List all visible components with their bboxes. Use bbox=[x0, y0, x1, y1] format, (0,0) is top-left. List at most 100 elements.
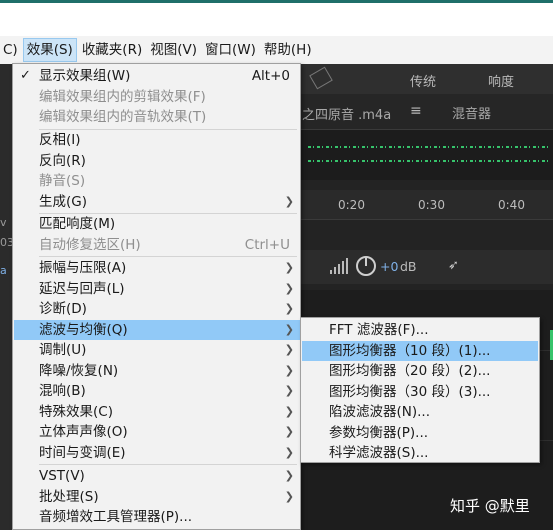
menu-item-label: 降噪/恢复(N) bbox=[39, 362, 119, 379]
submenu-arrow-icon: ❯ bbox=[284, 302, 294, 315]
menubar-item-effects[interactable]: 效果(S) bbox=[22, 38, 77, 62]
submenu-item-parametric-eq[interactable]: 参数均衡器(P)... bbox=[302, 423, 538, 444]
menu-item-label: 静音(S) bbox=[39, 173, 86, 189]
volume-knob[interactable] bbox=[356, 256, 376, 276]
checkmark-icon: ✓ bbox=[20, 68, 31, 83]
submenu-arrow-icon: ❯ bbox=[284, 384, 294, 397]
menu-item-invert[interactable]: 反相(I) bbox=[14, 130, 300, 151]
time-ruler[interactable]: 0:20 0:30 0:40 bbox=[300, 190, 553, 220]
menu-item-time-pitch[interactable]: 时间与变调(E) ❯ bbox=[14, 443, 300, 464]
menu-item-diagnostics[interactable]: 诊断(D) ❯ bbox=[14, 299, 300, 320]
menu-item-noise-reduction[interactable]: 降噪/恢复(N) ❯ bbox=[14, 361, 300, 382]
window-title-strip bbox=[0, 0, 553, 36]
time-tick: 0:30 bbox=[418, 198, 445, 212]
menu-item-modulation[interactable]: 调制(U) ❯ bbox=[14, 340, 300, 361]
menu-bar: C) 效果(S) 收藏夹(R) 视图(V) 窗口(W) 帮助(H) bbox=[0, 36, 553, 64]
workspace-tab-classic[interactable]: 传统 bbox=[410, 71, 436, 90]
submenu-item-label: 陷波滤波器(N)... bbox=[329, 404, 431, 420]
menu-item-label: 反向(R) bbox=[39, 152, 86, 169]
menu-item-label: 自动修复选区(H) bbox=[39, 236, 141, 253]
menu-item-label: 编辑效果组内的剪辑效果(F) bbox=[39, 88, 206, 105]
menu-item-label: 批处理(S) bbox=[39, 488, 99, 505]
submenu-arrow-icon: ❯ bbox=[284, 404, 294, 418]
submenu-item-scientific-filter[interactable]: 科学滤波器(S)... bbox=[302, 443, 538, 464]
submenu-item-notch-filter[interactable]: 陷波滤波器(N)... bbox=[302, 402, 538, 423]
workspace-tab-loudness[interactable]: 响度 bbox=[488, 71, 514, 90]
menu-item-label: 延迟与回声(L) bbox=[39, 280, 125, 297]
menu-item-silence: 静音(S) bbox=[14, 171, 300, 192]
menu-item-label: 振幅与压限(A) bbox=[39, 260, 127, 276]
overview-wave-top bbox=[308, 146, 548, 148]
menu-item-label: VST(V) bbox=[39, 468, 85, 484]
submenu-item-graphic-eq-10[interactable]: 图形均衡器（10 段）(1)... bbox=[302, 340, 538, 361]
waveform-overview[interactable] bbox=[300, 130, 553, 180]
submenu-item-label: 科学滤波器(S)... bbox=[329, 445, 429, 461]
menu-item-filter-eq[interactable]: 滤波与均衡(Q) ❯ bbox=[14, 319, 300, 340]
submenu-item-label: 图形均衡器（20 段）(2)... bbox=[329, 363, 491, 379]
menu-separator bbox=[39, 256, 297, 257]
menu-item-vst[interactable]: VST(V) ❯ bbox=[14, 466, 300, 487]
menubar-item-window[interactable]: 窗口(W) bbox=[202, 38, 259, 62]
track-header: +0 dB ➶ bbox=[300, 250, 553, 284]
volume-db-value[interactable]: +0 bbox=[380, 259, 398, 274]
watermark-text: 知乎 @默里 bbox=[450, 497, 530, 515]
left-panel-strip: v 03 a bbox=[0, 64, 14, 530]
menu-item-stereo-imagery[interactable]: 立体声声像(O) ❯ bbox=[14, 422, 300, 443]
menu-item-label: 特殊效果(C) bbox=[39, 403, 113, 420]
volume-db-unit: dB bbox=[400, 259, 417, 274]
submenu-item-fft-filter[interactable]: FFT 滤波器(F)... bbox=[302, 320, 538, 341]
menu-item-label: 生成(G) bbox=[39, 193, 87, 210]
menu-item-label: 编辑效果组内的音轨效果(T) bbox=[39, 109, 207, 125]
menubar-item-view[interactable]: 视图(V) bbox=[147, 38, 200, 62]
overview-wave-bottom bbox=[308, 160, 548, 162]
menubar-item-help[interactable]: 帮助(H) bbox=[261, 38, 315, 62]
menu-item-plugin-manager[interactable]: 音频增效工具管理器(P)... bbox=[14, 507, 300, 528]
menu-item-label: 显示效果组(W) bbox=[39, 68, 131, 84]
effects-dropdown-menu: ✓ 显示效果组(W) Alt+0 编辑效果组内的剪辑效果(F) 编辑效果组内的音… bbox=[12, 63, 301, 530]
menu-item-delay-echo[interactable]: 延迟与回声(L) ❯ bbox=[14, 279, 300, 300]
menu-item-label: 混响(B) bbox=[39, 383, 86, 399]
hamburger-menu-icon[interactable]: ≡ bbox=[410, 103, 422, 119]
pin-icon[interactable]: ➶ bbox=[448, 258, 459, 273]
menu-item-special-effects[interactable]: 特殊效果(C) ❯ bbox=[14, 402, 300, 423]
menu-item-label: 反相(I) bbox=[39, 132, 81, 148]
submenu-item-label: 参数均衡器(P)... bbox=[329, 424, 429, 441]
submenu-arrow-icon: ❯ bbox=[284, 489, 294, 503]
menu-item-label: 调制(U) bbox=[39, 342, 87, 358]
submenu-arrow-icon: ❯ bbox=[284, 363, 294, 377]
editor-tab-mixer[interactable]: 混音器 bbox=[452, 103, 491, 122]
submenu-arrow-icon: ❯ bbox=[284, 469, 294, 482]
menu-item-shortcut: Alt+0 bbox=[251, 68, 290, 84]
menu-item-edit-track-effects: 编辑效果组内的音轨效果(T) bbox=[14, 107, 300, 128]
menu-item-match-loudness[interactable]: 匹配响度(M) bbox=[14, 214, 300, 235]
menu-item-show-effects-rack[interactable]: ✓ 显示效果组(W) Alt+0 bbox=[14, 66, 300, 87]
submenu-item-label: 图形均衡器（30 段）(3)... bbox=[329, 383, 491, 400]
gutter-label-a: a bbox=[0, 264, 7, 277]
time-tick: 0:20 bbox=[338, 198, 365, 212]
menu-item-reverse[interactable]: 反向(R) bbox=[14, 151, 300, 172]
submenu-item-label: FFT 滤波器(F)... bbox=[329, 322, 429, 338]
menubar-item-favorites[interactable]: 收藏夹(R) bbox=[79, 38, 145, 62]
title-accent-bar bbox=[0, 0, 553, 3]
menu-item-reverb[interactable]: 混响(B) ❯ bbox=[14, 381, 300, 402]
submenu-item-graphic-eq-30[interactable]: 图形均衡器（30 段）(3)... bbox=[302, 382, 538, 403]
menu-item-edit-clip-effects: 编辑效果组内的剪辑效果(F) bbox=[14, 87, 300, 108]
time-tick: 0:40 bbox=[498, 198, 525, 212]
submenu-arrow-icon: ❯ bbox=[284, 425, 294, 438]
menu-item-generate[interactable]: 生成(G) ❯ bbox=[14, 192, 300, 213]
menu-item-label: 滤波与均衡(Q) bbox=[39, 321, 128, 338]
menu-item-label: 匹配响度(M) bbox=[39, 216, 116, 232]
submenu-item-graphic-eq-20[interactable]: 图形均衡器（20 段）(2)... bbox=[302, 361, 538, 382]
filter-eq-submenu: FFT 滤波器(F)... 图形均衡器（10 段）(1)... 图形均衡器（20… bbox=[300, 317, 540, 463]
menu-item-amplitude[interactable]: 振幅与压限(A) ❯ bbox=[14, 258, 300, 279]
ruler-icon[interactable] bbox=[309, 66, 333, 90]
editor-tab-file[interactable]: 之四原音 .m4a bbox=[302, 104, 391, 123]
submenu-arrow-icon: ❯ bbox=[284, 194, 294, 208]
workspace-toolbar: 传统 响度 bbox=[300, 64, 553, 94]
volume-meter-icon bbox=[330, 258, 348, 274]
menu-item-label: 音频增效工具管理器(P)... bbox=[39, 509, 193, 525]
menu-item-label: 时间与变调(E) bbox=[39, 444, 126, 461]
menu-item-batch[interactable]: 批处理(S) ❯ bbox=[14, 487, 300, 508]
menu-separator bbox=[39, 464, 297, 465]
menubar-item-partial[interactable]: C) bbox=[0, 38, 21, 62]
